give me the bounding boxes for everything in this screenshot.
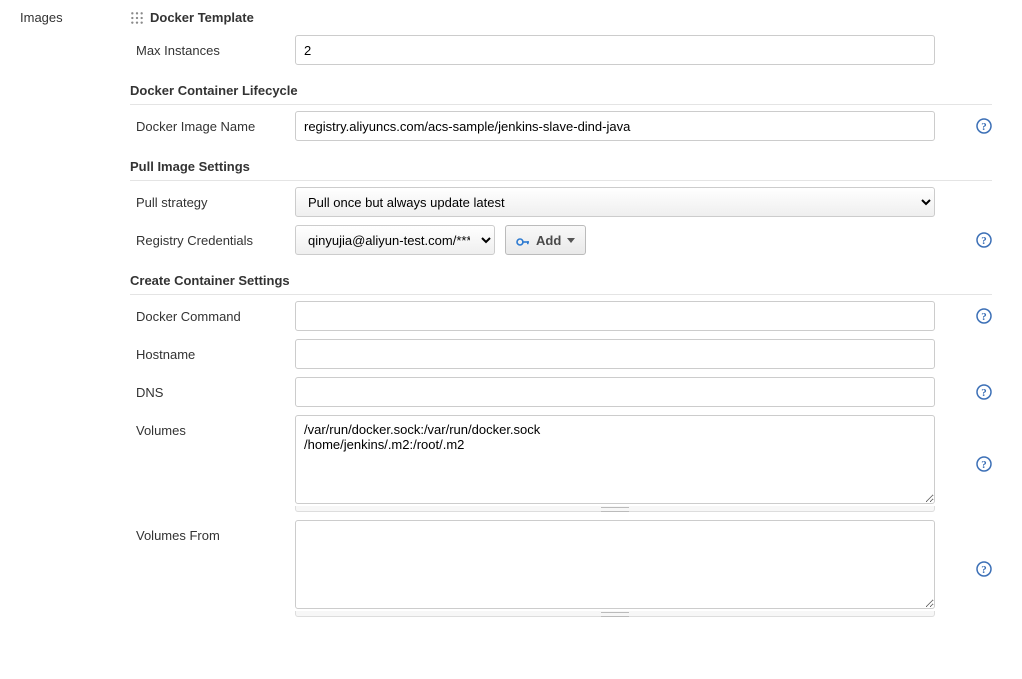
docker-image-name-input[interactable] [295, 111, 935, 141]
help-icon[interactable]: ? [976, 308, 992, 324]
max-instances-input[interactable] [295, 35, 935, 65]
resize-handle[interactable] [295, 506, 935, 512]
volumes-textarea[interactable] [295, 415, 935, 504]
pull-strategy-label: Pull strategy [130, 187, 295, 210]
docker-command-label: Docker Command [130, 301, 295, 324]
volumes-from-textarea[interactable] [295, 520, 935, 609]
volumes-label: Volumes [130, 415, 295, 438]
help-icon[interactable]: ? [976, 118, 992, 134]
docker-template-title: Docker Template [150, 10, 254, 25]
dns-input[interactable] [295, 377, 935, 407]
registry-credentials-label: Registry Credentials [130, 225, 295, 248]
docker-template-header: Docker Template [130, 10, 992, 25]
dns-label: DNS [130, 377, 295, 400]
hostname-label: Hostname [130, 339, 295, 362]
help-icon[interactable]: ? [976, 456, 992, 472]
help-icon[interactable]: ? [976, 561, 992, 577]
pull-strategy-select[interactable]: Pull once but always update latest [295, 187, 935, 217]
svg-text:?: ? [981, 121, 987, 133]
drag-handle-icon[interactable] [130, 11, 144, 25]
help-icon[interactable]: ? [976, 232, 992, 248]
svg-text:?: ? [981, 459, 987, 471]
svg-text:?: ? [981, 564, 987, 576]
docker-command-input[interactable] [295, 301, 935, 331]
svg-text:?: ? [981, 387, 987, 399]
key-icon [516, 235, 530, 245]
add-credentials-button[interactable]: Add [505, 225, 586, 255]
pull-settings-section-heading: Pull Image Settings [130, 159, 992, 181]
lifecycle-section-heading: Docker Container Lifecycle [130, 83, 992, 105]
svg-text:?: ? [981, 311, 987, 323]
add-button-label: Add [536, 233, 561, 248]
docker-image-name-label: Docker Image Name [130, 111, 295, 134]
create-container-section-heading: Create Container Settings [130, 273, 992, 295]
resize-handle[interactable] [295, 611, 935, 617]
hostname-input[interactable] [295, 339, 935, 369]
images-section-label: Images [20, 10, 130, 25]
help-icon[interactable]: ? [976, 384, 992, 400]
registry-credentials-select[interactable]: qinyujia@aliyun-test.com/****** [295, 225, 495, 255]
volumes-from-label: Volumes From [130, 520, 295, 543]
chevron-down-icon [567, 238, 575, 243]
max-instances-label: Max Instances [130, 35, 295, 58]
svg-text:?: ? [981, 235, 987, 247]
